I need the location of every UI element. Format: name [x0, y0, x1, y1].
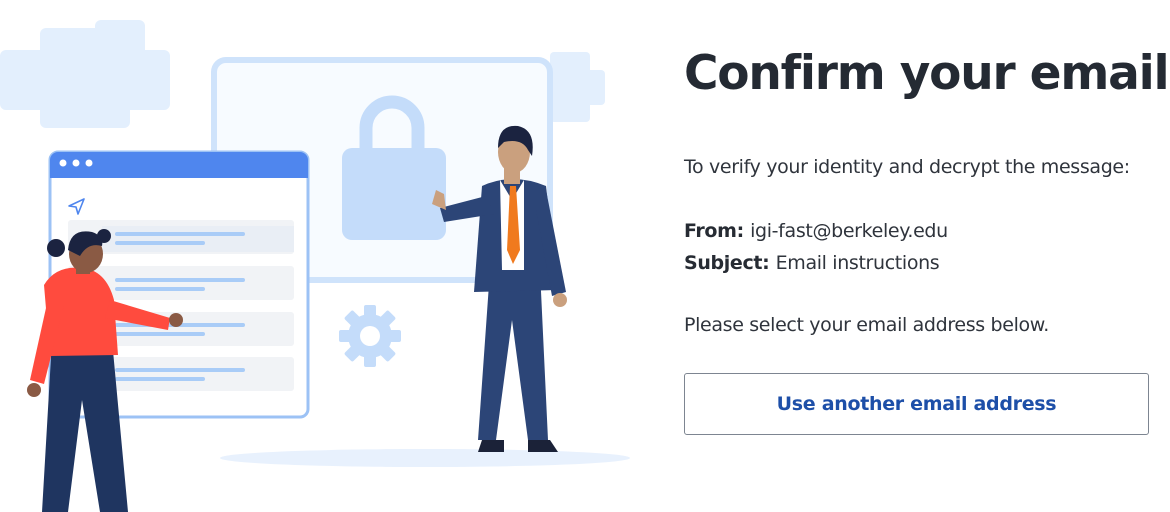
illustration-svg [0, 20, 630, 512]
subject-label: Subject: [684, 252, 776, 274]
instruction-text: Please select your email address below. [684, 314, 1049, 336]
intro-text: To verify your identity and decrypt the … [684, 156, 1130, 178]
confirm-email-panel: Confirm your email To verify your identi… [684, 0, 1170, 512]
ground-shadow [220, 449, 630, 467]
from-value: igi-fast@berkeley.edu [750, 220, 948, 242]
from-label: From: [684, 220, 751, 242]
page-title: Confirm your email [684, 46, 1170, 101]
use-another-email-button[interactable]: Use another email address [684, 373, 1149, 435]
security-illustration [0, 0, 640, 512]
subject-value: Email instructions [775, 252, 940, 274]
subject-row: Subject: Email instructions [684, 252, 940, 274]
from-row: From: igi-fast@berkeley.edu [684, 220, 948, 242]
gear-icon [339, 305, 401, 367]
